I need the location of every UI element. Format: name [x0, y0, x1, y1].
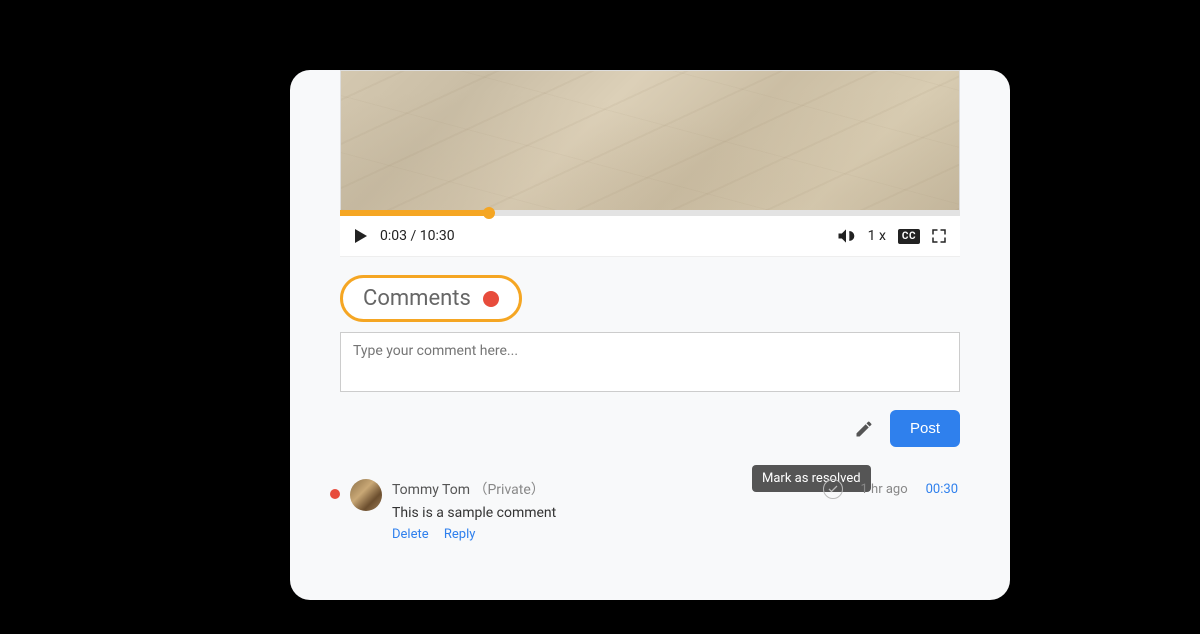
playback-speed[interactable]: 1 x [868, 228, 886, 244]
captions-button[interactable]: CC [898, 229, 920, 244]
video-controls: 0:03 / 10:30 1 x CC [340, 216, 960, 257]
video-player: 0:03 / 10:30 1 x CC [340, 70, 960, 257]
fullscreen-icon[interactable] [930, 227, 948, 245]
video-progress-fill [340, 210, 489, 216]
comment-author: Tommy Tom [392, 482, 470, 498]
reply-link[interactable]: Reply [444, 527, 476, 542]
comments-tab[interactable]: Comments [340, 275, 522, 322]
volume-icon[interactable] [836, 226, 856, 246]
play-icon[interactable] [352, 227, 370, 245]
check-icon [827, 483, 839, 495]
comments-title: Comments [363, 286, 471, 311]
comment-meta: 1 hr ago 00:30 [823, 479, 958, 499]
delete-link[interactable]: Delete [392, 527, 429, 542]
comment-actions-row: Post [340, 410, 960, 447]
avatar [350, 479, 382, 511]
unread-indicator-icon [483, 291, 499, 307]
video-comments-panel: 0:03 / 10:30 1 x CC Comments Post Mark a… [290, 70, 1010, 600]
video-time-display: 0:03 / 10:30 [380, 228, 455, 244]
comment-timestamp-link[interactable]: 00:30 [926, 482, 958, 497]
draw-icon[interactable] [854, 419, 874, 439]
comment-input-wrap [290, 332, 1010, 396]
comment-privacy: （Private） [473, 482, 544, 498]
video-progress-knob[interactable] [483, 207, 495, 219]
comment-unread-dot-icon [330, 489, 340, 499]
video-progress-track[interactable] [340, 210, 960, 216]
post-button[interactable]: Post [890, 410, 960, 447]
resolve-button[interactable] [823, 479, 843, 499]
comment-item: Tommy Tom （Private） This is a sample com… [330, 479, 970, 542]
comment-time-ago: 1 hr ago [861, 482, 908, 497]
comment-actions: Delete Reply [392, 527, 970, 542]
comment-input[interactable] [340, 332, 960, 392]
comments-header: Comments [340, 275, 960, 322]
comment-text: This is a sample comment [392, 505, 970, 521]
video-thumbnail[interactable] [340, 70, 960, 210]
